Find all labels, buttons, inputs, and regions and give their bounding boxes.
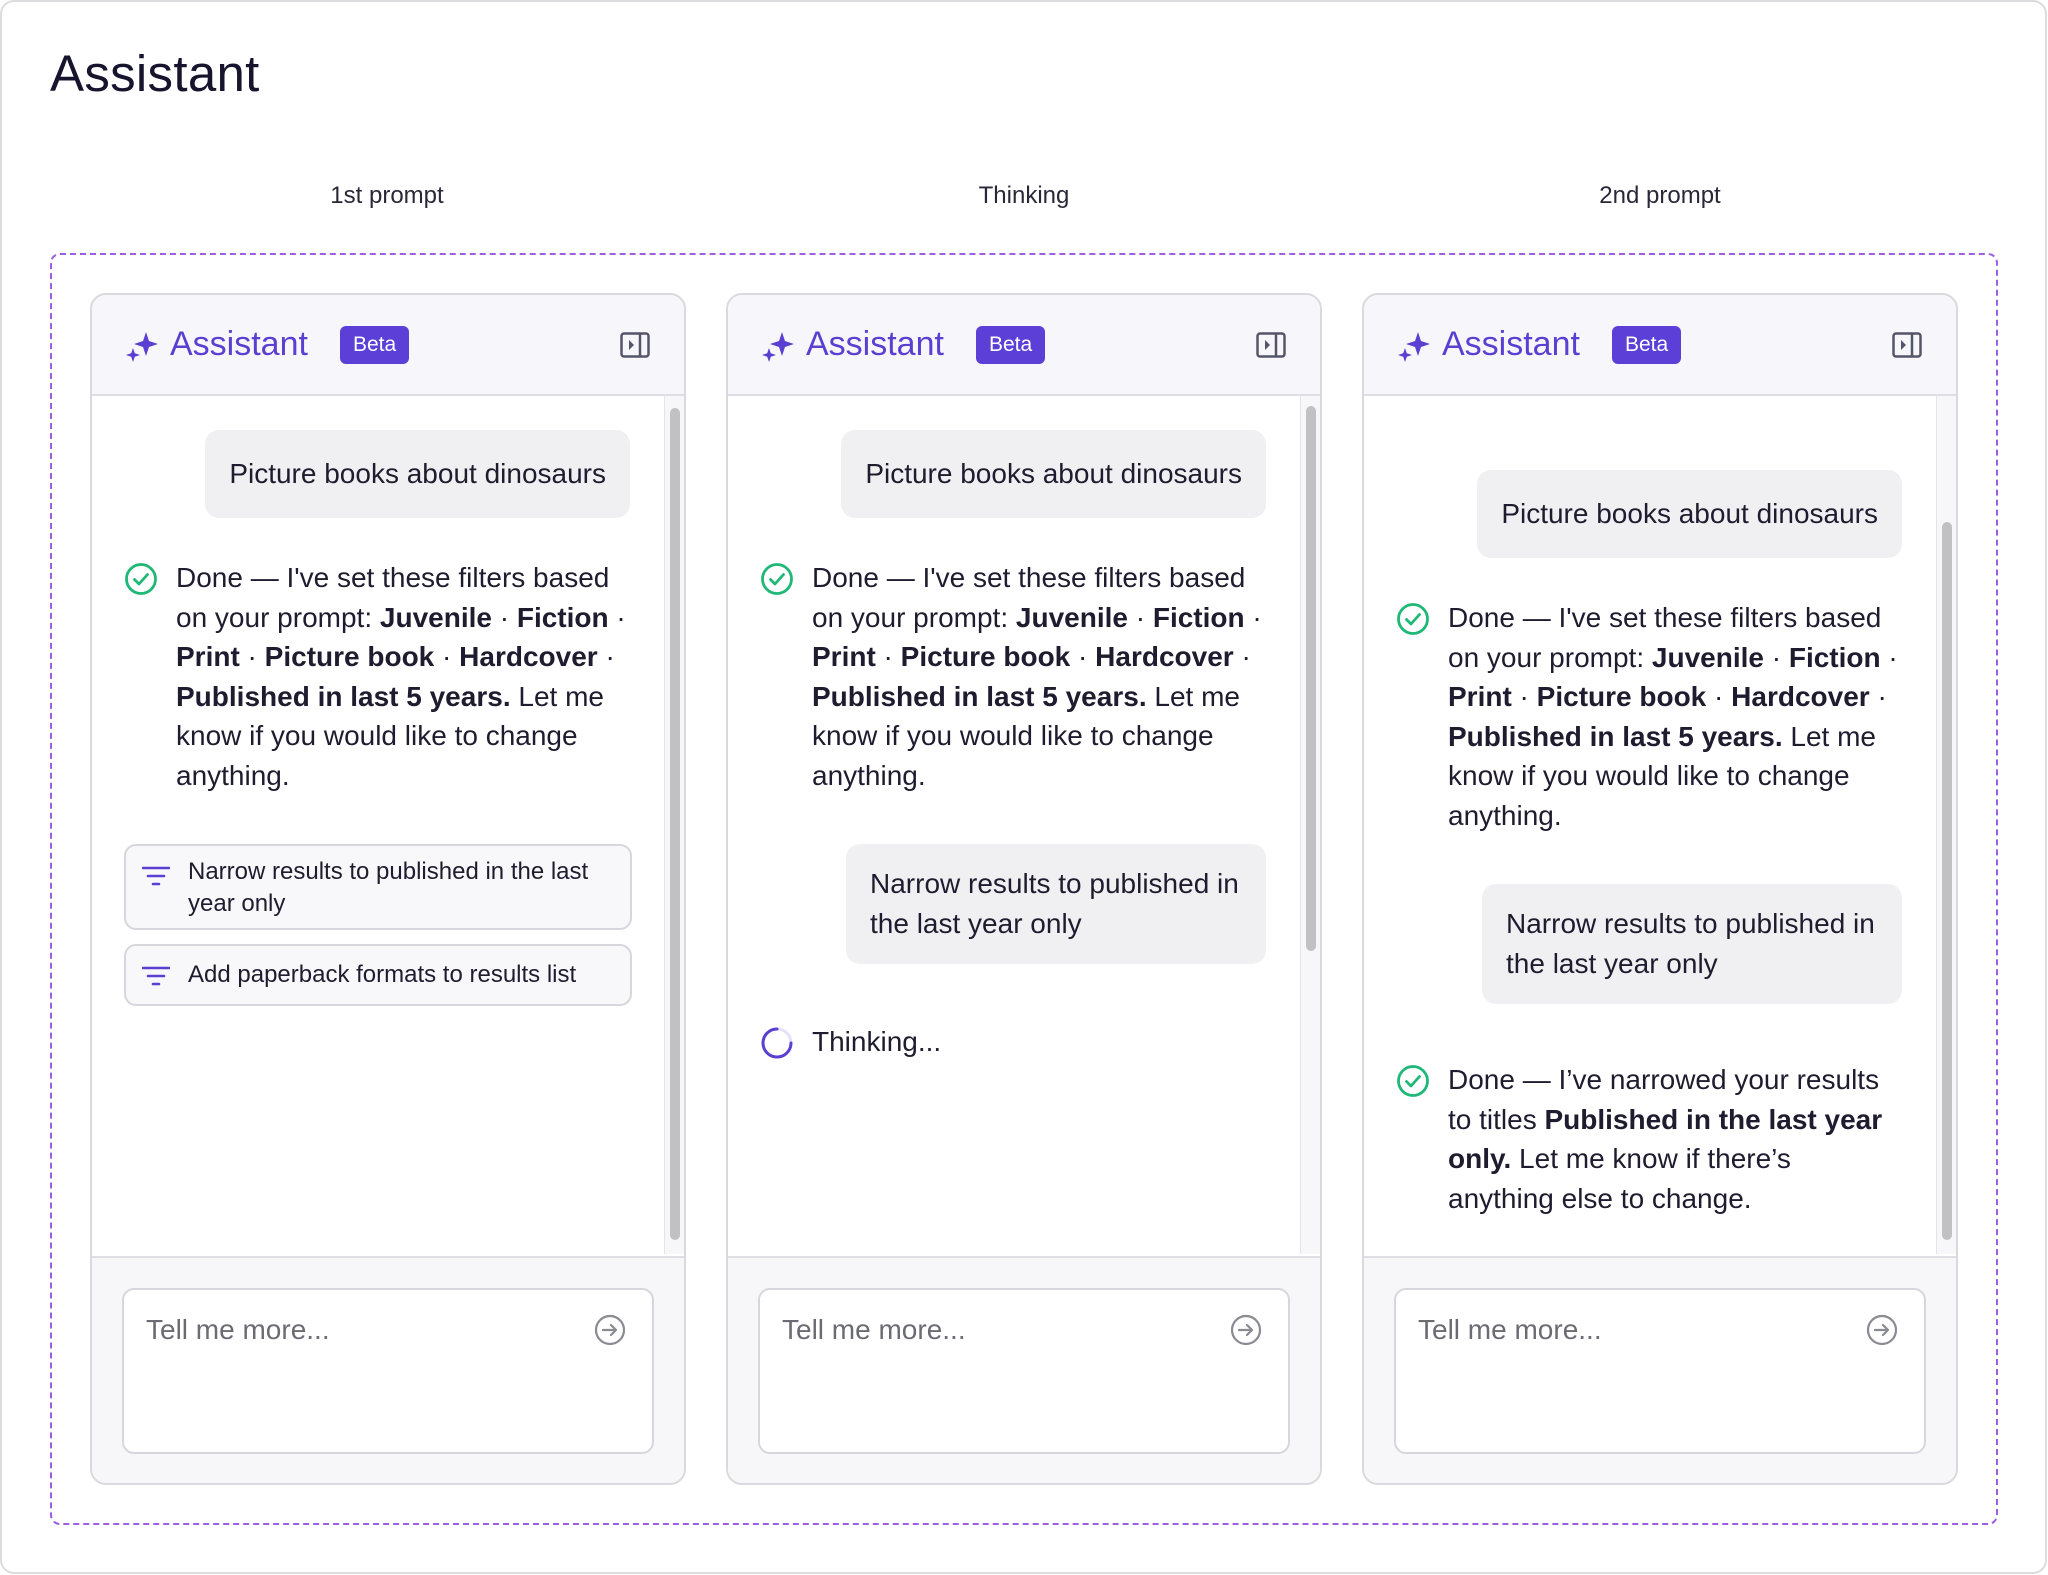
column-label-2nd-prompt: 2nd prompt xyxy=(1599,182,1721,209)
assistant-panel-thinking: Assistant Beta Picture books about dinos… xyxy=(726,293,1322,1485)
column-label-thinking: Thinking xyxy=(978,182,1070,209)
check-circle-icon xyxy=(1397,1065,1429,1097)
check-circle-icon xyxy=(761,563,793,595)
message-input-box[interactable] xyxy=(122,1288,654,1454)
panel-title: Assistant xyxy=(1442,325,1580,363)
status-text: Done — I've set these filters based on y… xyxy=(176,562,626,791)
send-arrow-icon[interactable] xyxy=(1230,1314,1262,1346)
sparkle-icon xyxy=(762,332,794,362)
check-circle-icon xyxy=(1397,603,1429,635)
scrollbar-track[interactable] xyxy=(664,396,684,1254)
send-arrow-icon[interactable] xyxy=(1866,1314,1898,1346)
message-input-box[interactable] xyxy=(758,1288,1290,1454)
suggestion-narrow-last-year[interactable]: Narrow results to published in the last … xyxy=(124,844,632,930)
beta-badge: Beta xyxy=(340,326,410,364)
scrollbar-thumb[interactable] xyxy=(1942,522,1952,1240)
assistant-panel-2nd-prompt: Assistant Beta Picture books about dinos… xyxy=(1362,293,1958,1485)
status-text: Done — I’ve narrowed your results to tit… xyxy=(1448,1064,1883,1214)
suggestion-add-paperback[interactable]: Add paperback formats to results list xyxy=(124,944,632,1006)
panel-title: Assistant xyxy=(170,325,308,363)
conversation-area[interactable]: Picture books about dinosaurs Done — I'v… xyxy=(92,396,684,1256)
message-input[interactable] xyxy=(146,1310,566,1350)
conversation-area[interactable]: Picture books about dinosaurs Done — I'v… xyxy=(728,396,1320,1256)
panel-title: Assistant xyxy=(806,325,944,363)
filter-icon xyxy=(142,966,170,986)
message-input[interactable] xyxy=(1418,1310,1838,1350)
scrollbar-track[interactable] xyxy=(1936,396,1956,1254)
sparkle-icon xyxy=(126,332,158,362)
message-input-box[interactable] xyxy=(1394,1288,1926,1454)
thinking-text: Thinking... xyxy=(812,1026,942,1057)
collapse-panel-icon[interactable] xyxy=(620,332,650,358)
user-message-bubble: Picture books about dinosaurs xyxy=(841,430,1266,518)
user-message-bubble: Picture books about dinosaurs xyxy=(1477,470,1902,558)
panel-header: Assistant Beta xyxy=(728,295,1320,396)
beta-badge: Beta xyxy=(1612,326,1682,364)
check-circle-icon xyxy=(125,563,157,595)
panel-footer xyxy=(728,1256,1320,1483)
scrollbar-thumb[interactable] xyxy=(670,408,680,1240)
column-label-1st-prompt: 1st prompt xyxy=(330,182,444,209)
sparkle-icon xyxy=(1398,332,1430,362)
scrollbar-thumb[interactable] xyxy=(1306,406,1316,951)
message-input[interactable] xyxy=(782,1310,1202,1350)
user-message-bubble: Narrow results to published in the last … xyxy=(846,844,1266,964)
status-text: Done — I've set these filters based on y… xyxy=(812,562,1262,791)
page-title: Assistant xyxy=(50,45,260,102)
collapse-panel-icon[interactable] xyxy=(1256,332,1286,358)
scrollbar-track[interactable] xyxy=(1300,396,1320,1254)
status-text: Done — I've set these filters based on y… xyxy=(1448,602,1898,831)
suggestion-label: Narrow results to published in the last … xyxy=(188,858,589,917)
panel-header: Assistant Beta xyxy=(92,295,684,396)
beta-badge: Beta xyxy=(976,326,1046,364)
panel-header: Assistant Beta xyxy=(1364,295,1956,396)
filter-icon xyxy=(142,866,170,886)
panel-footer xyxy=(92,1256,684,1483)
spinner-icon xyxy=(761,1027,793,1059)
send-arrow-icon[interactable] xyxy=(594,1314,626,1346)
collapse-panel-icon[interactable] xyxy=(1892,332,1922,358)
suggestion-label: Add paperback formats to results list xyxy=(188,961,577,988)
user-message-bubble: Picture books about dinosaurs xyxy=(205,430,630,518)
assistant-panel-1st-prompt: Assistant Beta Picture books about dinos… xyxy=(90,293,686,1485)
panel-footer xyxy=(1364,1256,1956,1483)
conversation-area[interactable]: Picture books about dinosaurs Done — I'v… xyxy=(1364,396,1956,1256)
user-message-bubble: Narrow results to published in the last … xyxy=(1482,884,1902,1004)
